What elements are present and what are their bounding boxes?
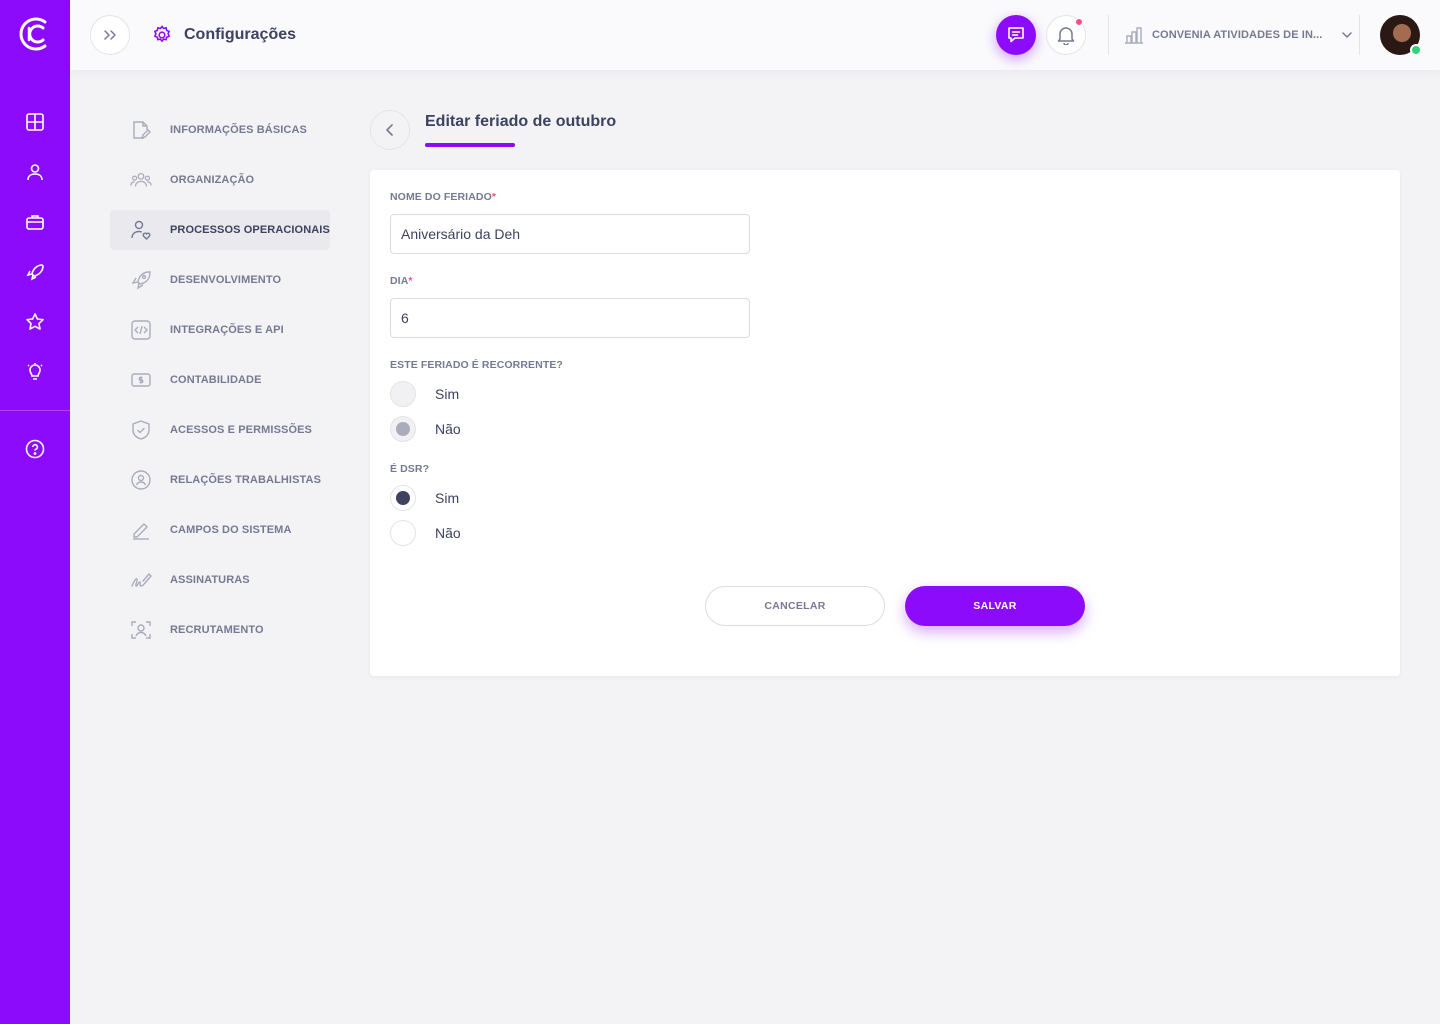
team-icon [130,169,152,191]
save-button[interactable]: SALVAR [905,586,1085,626]
holiday-name-label: NOME DO FERIADO* [390,191,497,203]
header-divider [1359,15,1360,55]
menu-item-recrutamento[interactable]: RECRUTAMENTO [110,610,330,650]
chevron-left-icon [386,124,393,136]
rail-divider [0,410,70,411]
chat-button[interactable] [996,15,1036,55]
online-status-indicator [1410,44,1422,56]
back-button[interactable] [370,110,410,150]
radio-button[interactable] [390,416,416,442]
face-scan-icon [130,619,152,641]
page-header: Configurações [152,22,296,48]
menu-item-informacoes-basicas[interactable]: INFORMAÇÕES BÁSICAS [110,110,330,150]
menu-item-organizacao[interactable]: ORGANIZAÇÃO [110,160,330,200]
building-chart-icon [1125,27,1143,44]
dsr-label: É DSR? [390,463,430,475]
money-icon [130,369,152,391]
briefcase-icon[interactable] [23,210,47,234]
document-edit-icon [130,119,152,141]
dsr-option-sim[interactable]: Sim [390,485,459,511]
pencil-icon [130,519,152,541]
gear-icon [153,25,171,43]
radio-button[interactable] [390,485,416,511]
shield-check-icon [130,419,152,441]
star-icon[interactable] [23,310,47,334]
code-icon [130,319,152,341]
radio-button[interactable] [390,520,416,546]
chevron-down-icon [1342,32,1353,38]
rocket-icon [130,269,152,291]
user-circle-icon [130,469,152,491]
user-avatar[interactable] [1380,15,1422,56]
rocket-icon[interactable] [23,260,47,284]
menu-item-assinaturas[interactable]: ASSINATURAS [110,560,330,600]
day-label: DIA* [390,275,413,287]
page-title: Configurações [184,26,297,43]
cancel-button[interactable]: CANCELAR [705,586,885,626]
person-heart-icon [130,219,152,241]
radio-button[interactable] [390,381,416,407]
menu-item-contabilidade[interactable]: CONTABILIDADE [110,360,330,400]
company-selector[interactable]: CONVENIA ATIVIDADES DE IN... [1124,22,1356,48]
holiday-name-input[interactable] [390,214,750,254]
menu-item-desenvolvimento[interactable]: DESENVOLVIMENTO [110,260,330,300]
menu-item-processos-operacionais[interactable]: PROCESSOS OPERACIONAIS [110,210,330,250]
header-divider [1108,15,1109,55]
help-circle-icon[interactable] [23,437,47,461]
top-bar: Configurações CONVENIA ATIVIDADES DE IN.… [70,0,1440,70]
recurring-label: ESTE FERIADO É RECORRENTE? [390,359,563,371]
menu-item-campos-do-sistema[interactable]: CAMPOS DO SISTEMA [110,510,330,550]
app-rail [0,0,70,1024]
day-input[interactable] [390,298,750,338]
convenia-logo-icon[interactable] [17,14,53,54]
menu-item-relacoes-trabalhistas[interactable]: RELAÇÕES TRABALHISTAS [110,460,330,500]
bell-icon [1057,27,1075,45]
company-name: CONVENIA ATIVIDADES DE IN... [1152,29,1323,41]
title-underline [425,143,515,147]
person-icon[interactable] [23,160,47,184]
dashboard-grid-icon[interactable] [23,110,47,134]
signature-icon [130,569,152,591]
lightbulb-icon[interactable] [23,360,47,384]
menu-item-integracoes-e-api[interactable]: INTEGRAÇÕES E API [110,310,330,350]
notifications-button[interactable] [1046,15,1086,55]
double-chevron-right-icon [104,30,116,40]
dsr-option-nao[interactable]: Não [390,520,461,546]
notification-badge [1075,18,1083,26]
holiday-form-card: NOME DO FERIADO* DIA* ESTE FERIADO É REC… [370,170,1400,676]
settings-menu: INFORMAÇÕES BÁSICAS ORGANIZAÇÃO PROCESSO… [110,110,330,660]
menu-item-acessos-e-permissoes[interactable]: ACESSOS E PERMISSÕES [110,410,330,450]
recurring-option-sim[interactable]: Sim [390,381,459,407]
recurring-option-nao[interactable]: Não [390,416,461,442]
expand-sidebar-button[interactable] [90,15,130,55]
chat-icon [1008,27,1024,43]
form-title: Editar feriado de outubro [425,113,617,130]
